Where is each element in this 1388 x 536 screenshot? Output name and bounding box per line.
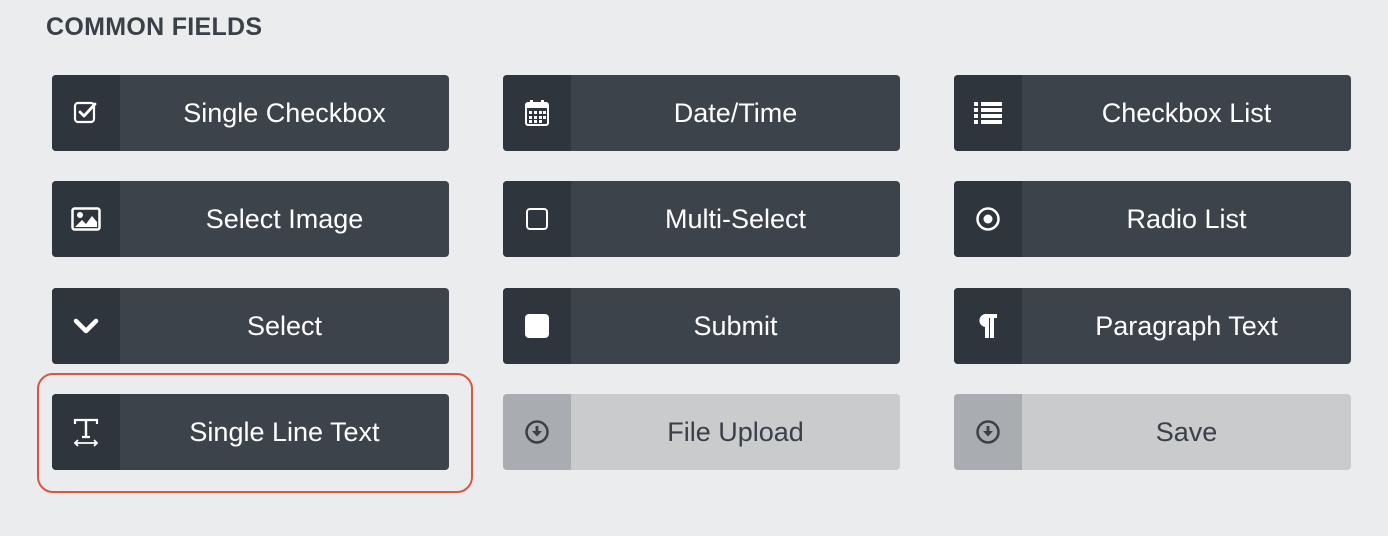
field-label: Save (1155, 416, 1218, 447)
text-field-icon (52, 394, 120, 470)
field-label: File Upload (667, 416, 804, 447)
chevron-down-icon (52, 288, 120, 364)
file-upload-button[interactable]: File Upload (503, 394, 900, 470)
section-title: COMMON FIELDS (46, 13, 263, 41)
field-label: Radio List (1126, 203, 1247, 234)
radio-icon (954, 181, 1022, 257)
field-label: Multi-Select (664, 203, 807, 234)
list-icon (954, 75, 1022, 151)
select-button[interactable]: Select (52, 288, 449, 364)
save-button[interactable]: Save (954, 394, 1351, 470)
calendar-icon (503, 75, 571, 151)
select-image-button[interactable]: Select Image (52, 181, 449, 257)
field-label: Submit (693, 310, 778, 341)
radio-list-button[interactable]: Radio List (954, 181, 1351, 257)
paragraph-text-button[interactable]: Paragraph Text (954, 288, 1351, 364)
field-label: Single Line Text (189, 416, 380, 447)
field-label: Paragraph Text (1095, 310, 1278, 341)
pilcrow-icon (954, 288, 1022, 364)
single-line-text-button[interactable]: Single Line Text (52, 394, 449, 470)
multi-select-button[interactable]: Multi-Select (503, 181, 900, 257)
single-checkbox-button[interactable]: Single Checkbox (52, 75, 449, 151)
field-label: Select (246, 310, 323, 341)
square-icon (503, 288, 571, 364)
checkbox-empty-icon (503, 181, 571, 257)
field-label: Select Image (205, 203, 364, 234)
download-circle-icon (503, 394, 571, 470)
field-label: Date/Time (673, 97, 798, 128)
image-icon (52, 181, 120, 257)
checkbox-checked-icon (52, 75, 120, 151)
submit-button[interactable]: Submit (503, 288, 900, 364)
checkbox-list-button[interactable]: Checkbox List (954, 75, 1351, 151)
field-label: Checkbox List (1101, 97, 1272, 128)
date-time-button[interactable]: Date/Time (503, 75, 900, 151)
field-label: Single Checkbox (183, 97, 386, 128)
download-circle-icon (954, 394, 1022, 470)
